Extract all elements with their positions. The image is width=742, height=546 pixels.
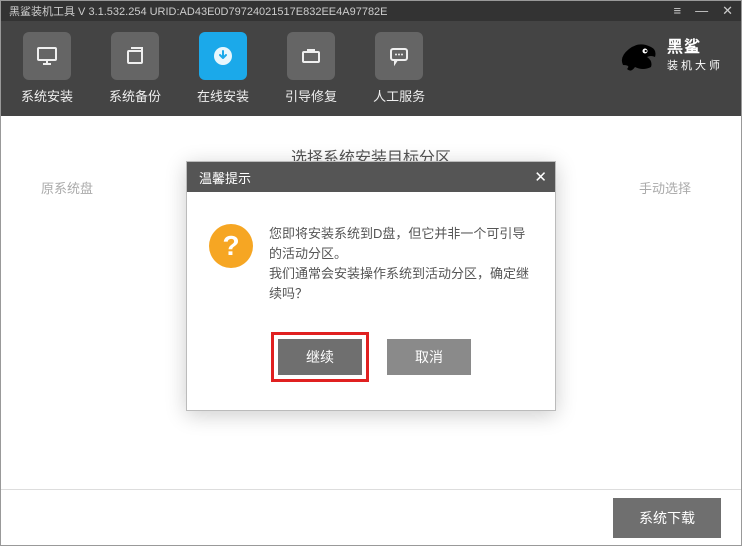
tool-label: 人工服务 <box>373 86 425 105</box>
modal-title: 温馨提示 <box>199 168 251 187</box>
cancel-button[interactable]: 取消 <box>387 339 471 375</box>
menu-icon[interactable]: ≡ <box>674 3 682 19</box>
system-download-button[interactable]: 系统下载 <box>613 498 721 538</box>
modal-close-icon[interactable]: ✕ <box>534 168 547 186</box>
brand-line1: 黑鲨 <box>667 39 701 56</box>
modal-body: ? 您即将安装系统到D盘，但它并非一个可引导的活动分区。 我们通常会安装操作系统… <box>187 192 555 326</box>
modal-message-line1: 您即将安装系统到D盘，但它并非一个可引导的活动分区。 <box>269 224 533 264</box>
hint-original-disk: 原系统盘 <box>41 178 93 197</box>
chat-icon <box>375 32 423 80</box>
tool-system-backup[interactable]: 系统备份 <box>109 32 161 105</box>
modal-header: 温馨提示 ✕ <box>187 162 555 192</box>
shark-icon <box>617 35 661 79</box>
titlebar: 黑鲨装机工具 V 3.1.532.254 URID:AD43E0D7972402… <box>1 1 741 21</box>
tool-label: 引导修复 <box>285 86 337 105</box>
modal-message: 您即将安装系统到D盘，但它并非一个可引导的活动分区。 我们通常会安装操作系统到活… <box>269 224 533 304</box>
layers-icon <box>111 32 159 80</box>
tool-online-install[interactable]: 在线安装 <box>197 32 249 105</box>
close-icon[interactable]: ✕ <box>722 3 733 19</box>
titlebar-text: 黑鲨装机工具 V 3.1.532.254 URID:AD43E0D7972402… <box>9 3 388 19</box>
brand-logo: 黑鲨 装机大师 <box>617 35 723 79</box>
tool-label: 系统安装 <box>21 86 73 105</box>
toolbar: 系统安装 系统备份 在线安装 引导修复 <box>1 21 741 116</box>
tool-manual-service[interactable]: 人工服务 <box>373 32 425 105</box>
minimize-icon[interactable]: — <box>695 3 708 19</box>
brand-text: 黑鲨 装机大师 <box>667 39 723 75</box>
app-window: 黑鲨装机工具 V 3.1.532.254 URID:AD43E0D7972402… <box>0 0 742 546</box>
continue-highlight: 继续 <box>271 332 369 382</box>
brand-line2: 装机大师 <box>667 57 723 75</box>
monitor-icon <box>23 32 71 80</box>
continue-button[interactable]: 继续 <box>278 339 362 375</box>
toolbox-icon <box>287 32 335 80</box>
footer: 系统下载 <box>1 489 741 545</box>
question-icon: ? <box>209 224 253 268</box>
window-controls: ≡ — ✕ <box>674 3 734 19</box>
hint-manual-select[interactable]: 手动选择 <box>639 178 691 197</box>
modal-message-line2: 我们通常会安装操作系统到活动分区，确定继续吗？ <box>269 264 533 304</box>
tool-boot-repair[interactable]: 引导修复 <box>285 32 337 105</box>
modal-actions: 继续 取消 <box>187 326 555 410</box>
warning-modal: 温馨提示 ✕ ? 您即将安装系统到D盘，但它并非一个可引导的活动分区。 我们通常… <box>186 161 556 411</box>
tool-label: 在线安装 <box>197 86 249 105</box>
download-icon <box>199 32 247 80</box>
toolbar-items: 系统安装 系统备份 在线安装 引导修复 <box>21 32 425 105</box>
tool-label: 系统备份 <box>109 86 161 105</box>
tool-system-install[interactable]: 系统安装 <box>21 32 73 105</box>
